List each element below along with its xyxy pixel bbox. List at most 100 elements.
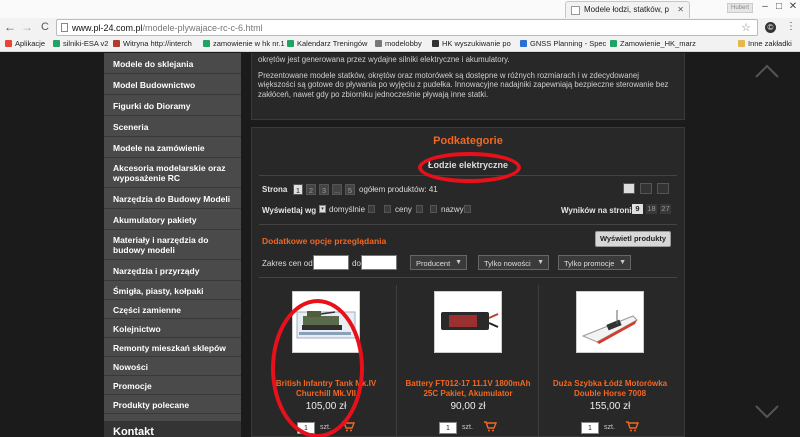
sort-default-arrow-icon[interactable]: ▾	[319, 205, 326, 213]
page-icon	[375, 40, 382, 47]
page-info-icon[interactable]	[61, 23, 68, 32]
annotation-circle	[271, 299, 364, 437]
sort-arrow-icon[interactable]	[430, 205, 437, 213]
bookmark-star-icon[interactable]: ☆	[741, 21, 751, 34]
quantity-input[interactable]: 1	[439, 422, 457, 434]
sort-label: Wyświetlaj wg	[262, 206, 317, 215]
product-card[interactable]: Battery FT012-17 11.1V 1800mAh 25C Pakie…	[401, 281, 535, 437]
sidebar-item[interactable]: Narzędzia i przyrządy	[104, 260, 241, 281]
sort-name[interactable]: nazwy	[441, 205, 464, 214]
bookmark-item[interactable]: modelobby	[375, 39, 422, 48]
sidebar-item[interactable]: Nowości	[104, 357, 241, 376]
add-to-cart-icon[interactable]	[483, 420, 497, 432]
sidebar-item[interactable]: Części zamienne	[104, 300, 241, 319]
price-from-input[interactable]	[313, 255, 349, 270]
producer-select[interactable]: Producent ▼	[410, 255, 467, 270]
sort-arrow-icon[interactable]	[416, 205, 423, 213]
sidebar-item[interactable]: Produkty polecane	[104, 395, 241, 414]
tab-title: Modele łodzi, statków, p	[584, 5, 669, 14]
compact-list-icon[interactable]	[657, 183, 669, 194]
show-products-button[interactable]: Wyświetl produkty	[595, 231, 671, 247]
page-button[interactable]: 5	[345, 184, 355, 195]
bookmark-item[interactable]: Aplikacje	[5, 39, 45, 48]
sidebar-item[interactable]: Sceneria	[104, 116, 241, 137]
per-page-option[interactable]: 27	[660, 204, 671, 214]
quantity-unit: szt.	[462, 424, 473, 431]
tab-close-icon[interactable]: ✕	[677, 5, 684, 14]
page-icon	[432, 40, 439, 47]
scroll-up-icon[interactable]	[754, 63, 780, 79]
sheet-icon	[287, 40, 294, 47]
profile-chip[interactable]: Hubert	[727, 3, 753, 13]
per-page-option[interactable]: 18	[646, 204, 657, 214]
bookmark-item[interactable]: HK wyszukiwanie po	[432, 39, 511, 48]
column-divider	[396, 285, 397, 437]
sort-arrow-icon[interactable]	[384, 205, 391, 213]
sort-default[interactable]: domyślnie	[329, 205, 365, 214]
sort-arrow-icon[interactable]	[464, 205, 471, 213]
browser-menu-icon[interactable]: ⋮	[786, 21, 796, 32]
list-view-icon[interactable]	[640, 183, 652, 194]
sidebar-item[interactable]: Figurki do Dioramy	[104, 95, 241, 116]
browser-tab[interactable]: Modele łodzi, statków, p ✕	[565, 1, 690, 18]
bookmark-item[interactable]: silniki-ESA v2	[53, 39, 108, 48]
sidebar-item[interactable]: Model Budownictwo	[104, 74, 241, 95]
sidebar-item[interactable]: Śmigła, piasty, kołpaki	[104, 281, 241, 300]
sort-price[interactable]: ceny	[395, 205, 412, 214]
sidebar-item[interactable]: Promocje	[104, 376, 241, 395]
url-path: /modele-plywajace-rc-c-6.html	[142, 23, 263, 33]
page-viewport: Modele do sklejania Model Budownictwo Fi…	[0, 53, 800, 437]
page-button[interactable]: 1	[293, 184, 303, 195]
divider	[259, 224, 677, 225]
minimize-icon[interactable]: –	[758, 1, 772, 12]
product-name[interactable]: Duża Szybka Łódź Motorówka Double Horse …	[543, 379, 677, 399]
bookmark-item[interactable]: Witryna http://interch	[113, 39, 192, 48]
boat-image	[581, 310, 638, 344]
bookmark-item[interactable]: Kalendarz Treningów	[287, 39, 367, 48]
category-description: okrętów jest generowana przez wydajne si…	[251, 53, 685, 120]
bookmark-item[interactable]: GNSS Planning - Spec	[520, 39, 606, 48]
sort-arrow-icon[interactable]	[368, 205, 375, 213]
annotation-circle	[418, 152, 521, 183]
sidebar-item[interactable]: Narzędzia do Budowy Modeli	[104, 188, 241, 209]
bookmark-folder[interactable]: Inne zakładki	[738, 39, 792, 48]
sidebar-item[interactable]: Modele na zamówienie	[104, 137, 241, 158]
reload-icon[interactable]: C	[38, 21, 52, 33]
forward-icon[interactable]: →	[20, 21, 34, 33]
sidebar-item[interactable]: Akumulatory pakiety	[104, 209, 241, 230]
product-image[interactable]	[434, 291, 502, 353]
product-image[interactable]	[576, 291, 644, 353]
extension-icon[interactable]: ©	[765, 22, 776, 33]
page-label: Strona	[262, 185, 288, 194]
sidebar-item[interactable]: Remonty mieszkań sklepów	[104, 338, 241, 357]
address-bar[interactable]: www.pl-24.com.pl/modele-plywajace-rc-c-6…	[56, 19, 758, 36]
grid-view-icon[interactable]	[623, 183, 635, 194]
sidebar-item[interactable]: Materiały i narzędzia do budowy modeli	[104, 230, 241, 260]
price-from-label: Zakres cen od	[262, 259, 313, 268]
product-name[interactable]: Battery FT012-17 11.1V 1800mAh 25C Pakie…	[401, 379, 535, 399]
new-only-select[interactable]: Tylko nowości ▼	[478, 255, 549, 270]
bookmark-item[interactable]: Zamowienie_HK_marz	[610, 39, 696, 48]
maximize-icon[interactable]: □	[772, 1, 786, 12]
sidebar-item[interactable]: Kolejnictwo	[104, 319, 241, 338]
tab-favicon-icon	[571, 6, 580, 15]
per-page-option[interactable]: 9	[632, 204, 643, 214]
promo-only-select[interactable]: Tylko promocje ▼	[558, 255, 631, 270]
sidebar-item[interactable]: Akcesoria modelarskie oraz wyposażenie R…	[104, 158, 241, 188]
browser-toolbar: ← → C www.pl-24.com.pl/modele-plywajace-…	[0, 18, 800, 37]
back-icon[interactable]: ←	[3, 21, 17, 33]
product-card[interactable]: Duża Szybka Łódź Motorówka Double Horse …	[543, 281, 677, 437]
column-divider	[538, 285, 539, 437]
price-to-input[interactable]	[361, 255, 397, 270]
page-button[interactable]: 2	[306, 184, 316, 195]
close-window-icon[interactable]: ✕	[786, 1, 800, 12]
add-to-cart-icon[interactable]	[625, 420, 639, 432]
quantity-input[interactable]: 1	[581, 422, 599, 434]
divider	[259, 277, 677, 278]
scroll-down-icon[interactable]	[754, 404, 780, 420]
page-button[interactable]: 3	[319, 184, 329, 195]
sidebar-kontakt-heading[interactable]: Kontakt	[104, 421, 241, 437]
price-to-label: do	[352, 259, 361, 268]
bookmark-item[interactable]: zamowienie w hk nr.1	[203, 39, 285, 48]
sidebar-item[interactable]: Modele do sklejania	[104, 53, 241, 74]
